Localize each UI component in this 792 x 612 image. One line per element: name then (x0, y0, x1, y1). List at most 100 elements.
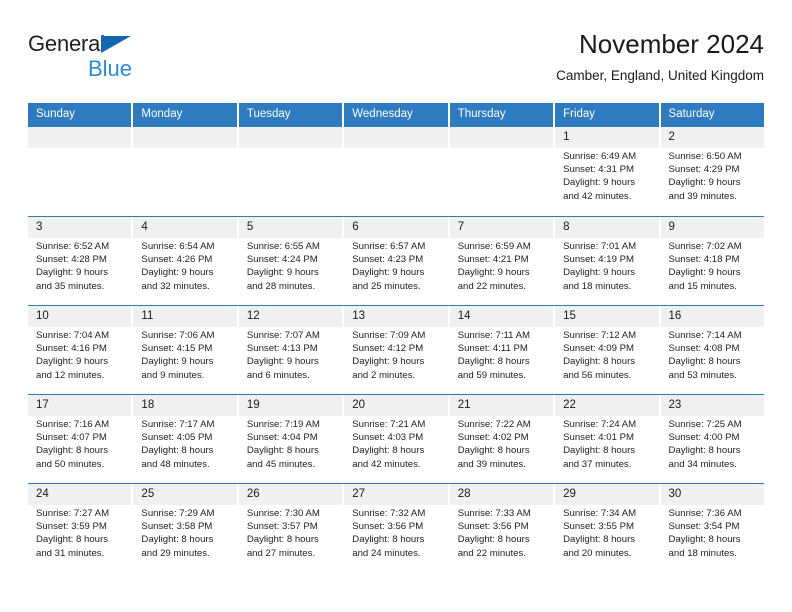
day-cell[interactable]: 12 Sunrise: 7:07 AM Sunset: 4:13 PM Dayl… (236, 306, 343, 394)
day-number: 25 (133, 484, 237, 505)
sunrise-text: Sunrise: 7:06 AM (141, 330, 215, 341)
day-cell[interactable]: 1 Sunrise: 6:49 AM Sunset: 4:31 PM Dayli… (553, 127, 659, 216)
sunset-text: Sunset: 4:13 PM (246, 343, 318, 355)
sunset-text: Sunset: 3:58 PM (141, 521, 213, 533)
sunrise-text: Sunrise: 6:52 AM (36, 241, 110, 252)
day-cell[interactable]: 2 Sunrise: 6:50 AM Sunset: 4:29 PM Dayli… (658, 127, 764, 216)
daylight-text-line1: Daylight: 8 hours (563, 534, 636, 546)
day-cell[interactable]: 17 Sunrise: 7:16 AM Sunset: 4:07 PM Dayl… (28, 395, 132, 483)
day-cell[interactable]: 10 Sunrise: 7:04 AM Sunset: 4:16 PM Dayl… (28, 306, 132, 394)
daylight-text-line2: and 48 minutes. (141, 458, 210, 470)
sunrise-text: Sunrise: 7:36 AM (668, 508, 742, 519)
day-cell[interactable]: 14 Sunrise: 7:11 AM Sunset: 4:11 PM Dayl… (447, 306, 554, 394)
general-blue-logo[interactable]: General Blue (28, 32, 248, 94)
weekday-header-monday: Monday (131, 103, 237, 127)
day-info: Sunrise: 7:02 AM Sunset: 4:18 PM Dayligh… (661, 238, 764, 293)
day-info: Sunrise: 7:19 AM Sunset: 4:04 PM Dayligh… (239, 416, 342, 471)
day-cell[interactable]: 25 Sunrise: 7:29 AM Sunset: 3:58 PM Dayl… (131, 484, 237, 572)
day-number: 26 (238, 484, 343, 505)
daylight-text-line2: and 50 minutes. (36, 458, 105, 470)
day-cell[interactable]: 13 Sunrise: 7:09 AM Sunset: 4:12 PM Dayl… (342, 306, 448, 394)
sunset-text: Sunset: 4:09 PM (563, 343, 635, 355)
daylight-text-line1: Daylight: 8 hours (563, 445, 636, 457)
day-cell[interactable]: 28 Sunrise: 7:33 AM Sunset: 3:56 PM Dayl… (447, 484, 554, 572)
day-info: Sunrise: 7:36 AM Sunset: 3:54 PM Dayligh… (661, 505, 764, 560)
daylight-text-line2: and 22 minutes. (457, 547, 526, 559)
day-number: 1 (555, 127, 659, 148)
day-number (238, 127, 343, 148)
day-cell[interactable]: 16 Sunrise: 7:14 AM Sunset: 4:08 PM Dayl… (658, 306, 764, 394)
day-cell[interactable]: 11 Sunrise: 7:06 AM Sunset: 4:15 PM Dayl… (131, 306, 237, 394)
daylight-text-line2: and 25 minutes. (352, 280, 421, 292)
day-info: Sunrise: 7:34 AM Sunset: 3:55 PM Dayligh… (555, 505, 658, 560)
day-number: 3 (28, 217, 132, 238)
sunrise-text: Sunrise: 7:32 AM (352, 508, 426, 519)
day-cell[interactable]: 20 Sunrise: 7:21 AM Sunset: 4:03 PM Dayl… (342, 395, 448, 483)
day-cell (236, 127, 343, 216)
day-number (28, 127, 132, 148)
sunrise-text: Sunrise: 6:49 AM (563, 151, 637, 162)
day-cell[interactable]: 23 Sunrise: 7:25 AM Sunset: 4:00 PM Dayl… (658, 395, 764, 483)
sunset-text: Sunset: 4:24 PM (246, 254, 318, 266)
day-info: Sunrise: 7:14 AM Sunset: 4:08 PM Dayligh… (661, 327, 764, 382)
day-cell[interactable]: 26 Sunrise: 7:30 AM Sunset: 3:57 PM Dayl… (236, 484, 343, 572)
day-number: 6 (344, 217, 448, 238)
sunset-text: Sunset: 4:02 PM (457, 432, 529, 444)
sunrise-text: Sunrise: 6:54 AM (141, 241, 215, 252)
day-info: Sunrise: 7:21 AM Sunset: 4:03 PM Dayligh… (344, 416, 447, 471)
day-cell[interactable]: 24 Sunrise: 7:27 AM Sunset: 3:59 PM Dayl… (28, 484, 132, 572)
sunset-text: Sunset: 4:04 PM (246, 432, 318, 444)
day-info: Sunrise: 7:29 AM Sunset: 3:58 PM Dayligh… (133, 505, 236, 560)
logo-text-general: General (28, 31, 105, 56)
day-number: 21 (449, 395, 554, 416)
sunrise-text: Sunrise: 6:55 AM (246, 241, 320, 252)
day-cell[interactable]: 6 Sunrise: 6:57 AM Sunset: 4:23 PM Dayli… (342, 217, 448, 305)
day-cell[interactable]: 18 Sunrise: 7:17 AM Sunset: 4:05 PM Dayl… (131, 395, 237, 483)
day-number: 11 (133, 306, 237, 327)
daylight-text-line1: Daylight: 8 hours (352, 445, 425, 457)
day-cell[interactable]: 7 Sunrise: 6:59 AM Sunset: 4:21 PM Dayli… (447, 217, 554, 305)
sunset-text: Sunset: 3:57 PM (246, 521, 318, 533)
sunrise-text: Sunrise: 7:12 AM (563, 330, 637, 341)
day-cell[interactable]: 29 Sunrise: 7:34 AM Sunset: 3:55 PM Dayl… (553, 484, 659, 572)
daylight-text-line1: Daylight: 9 hours (668, 177, 741, 189)
title-block: November 2024 Camber, England, United Ki… (556, 28, 764, 86)
sunset-text: Sunset: 4:08 PM (668, 343, 740, 355)
day-cell[interactable]: 19 Sunrise: 7:19 AM Sunset: 4:04 PM Dayl… (236, 395, 343, 483)
page-subtitle: Camber, England, United Kingdom (556, 68, 764, 83)
daylight-text-line2: and 35 minutes. (36, 280, 105, 292)
day-cell[interactable]: 21 Sunrise: 7:22 AM Sunset: 4:02 PM Dayl… (447, 395, 554, 483)
day-cell[interactable]: 22 Sunrise: 7:24 AM Sunset: 4:01 PM Dayl… (553, 395, 659, 483)
sunset-text: Sunset: 4:16 PM (36, 343, 107, 355)
sunrise-text: Sunrise: 6:59 AM (457, 241, 531, 252)
day-number (133, 127, 237, 148)
day-number: 18 (133, 395, 237, 416)
day-cell[interactable]: 30 Sunrise: 7:36 AM Sunset: 3:54 PM Dayl… (658, 484, 764, 572)
day-number: 29 (555, 484, 659, 505)
day-number: 4 (133, 217, 237, 238)
day-cell[interactable]: 4 Sunrise: 6:54 AM Sunset: 4:26 PM Dayli… (131, 217, 237, 305)
day-cell[interactable]: 9 Sunrise: 7:02 AM Sunset: 4:18 PM Dayli… (658, 217, 764, 305)
day-info: Sunrise: 6:57 AM Sunset: 4:23 PM Dayligh… (344, 238, 447, 293)
daylight-text-line1: Daylight: 8 hours (457, 356, 530, 368)
day-cell[interactable]: 15 Sunrise: 7:12 AM Sunset: 4:09 PM Dayl… (553, 306, 659, 394)
day-number: 10 (28, 306, 132, 327)
daylight-text-line1: Daylight: 8 hours (246, 445, 319, 457)
daylight-text-line2: and 18 minutes. (668, 547, 737, 559)
day-cell[interactable]: 27 Sunrise: 7:32 AM Sunset: 3:56 PM Dayl… (342, 484, 448, 572)
day-info (450, 148, 553, 150)
day-cell[interactable]: 8 Sunrise: 7:01 AM Sunset: 4:19 PM Dayli… (553, 217, 659, 305)
daylight-text-line1: Daylight: 8 hours (352, 534, 425, 546)
weekday-header-wednesday: Wednesday (342, 103, 448, 127)
day-cell[interactable]: 3 Sunrise: 6:52 AM Sunset: 4:28 PM Dayli… (28, 217, 132, 305)
sunset-text: Sunset: 4:15 PM (141, 343, 213, 355)
daylight-text-line2: and 29 minutes. (141, 547, 210, 559)
day-info: Sunrise: 7:07 AM Sunset: 4:13 PM Dayligh… (239, 327, 342, 382)
daylight-text-line2: and 27 minutes. (246, 547, 316, 559)
day-info: Sunrise: 7:04 AM Sunset: 4:16 PM Dayligh… (28, 327, 131, 382)
calendar-page: General Blue November 2024 Camber, Engla… (0, 0, 792, 612)
daylight-text-line1: Daylight: 9 hours (141, 267, 214, 279)
day-cell[interactable]: 5 Sunrise: 6:55 AM Sunset: 4:24 PM Dayli… (236, 217, 343, 305)
day-number: 22 (555, 395, 659, 416)
daylight-text-line2: and 9 minutes. (141, 369, 205, 381)
